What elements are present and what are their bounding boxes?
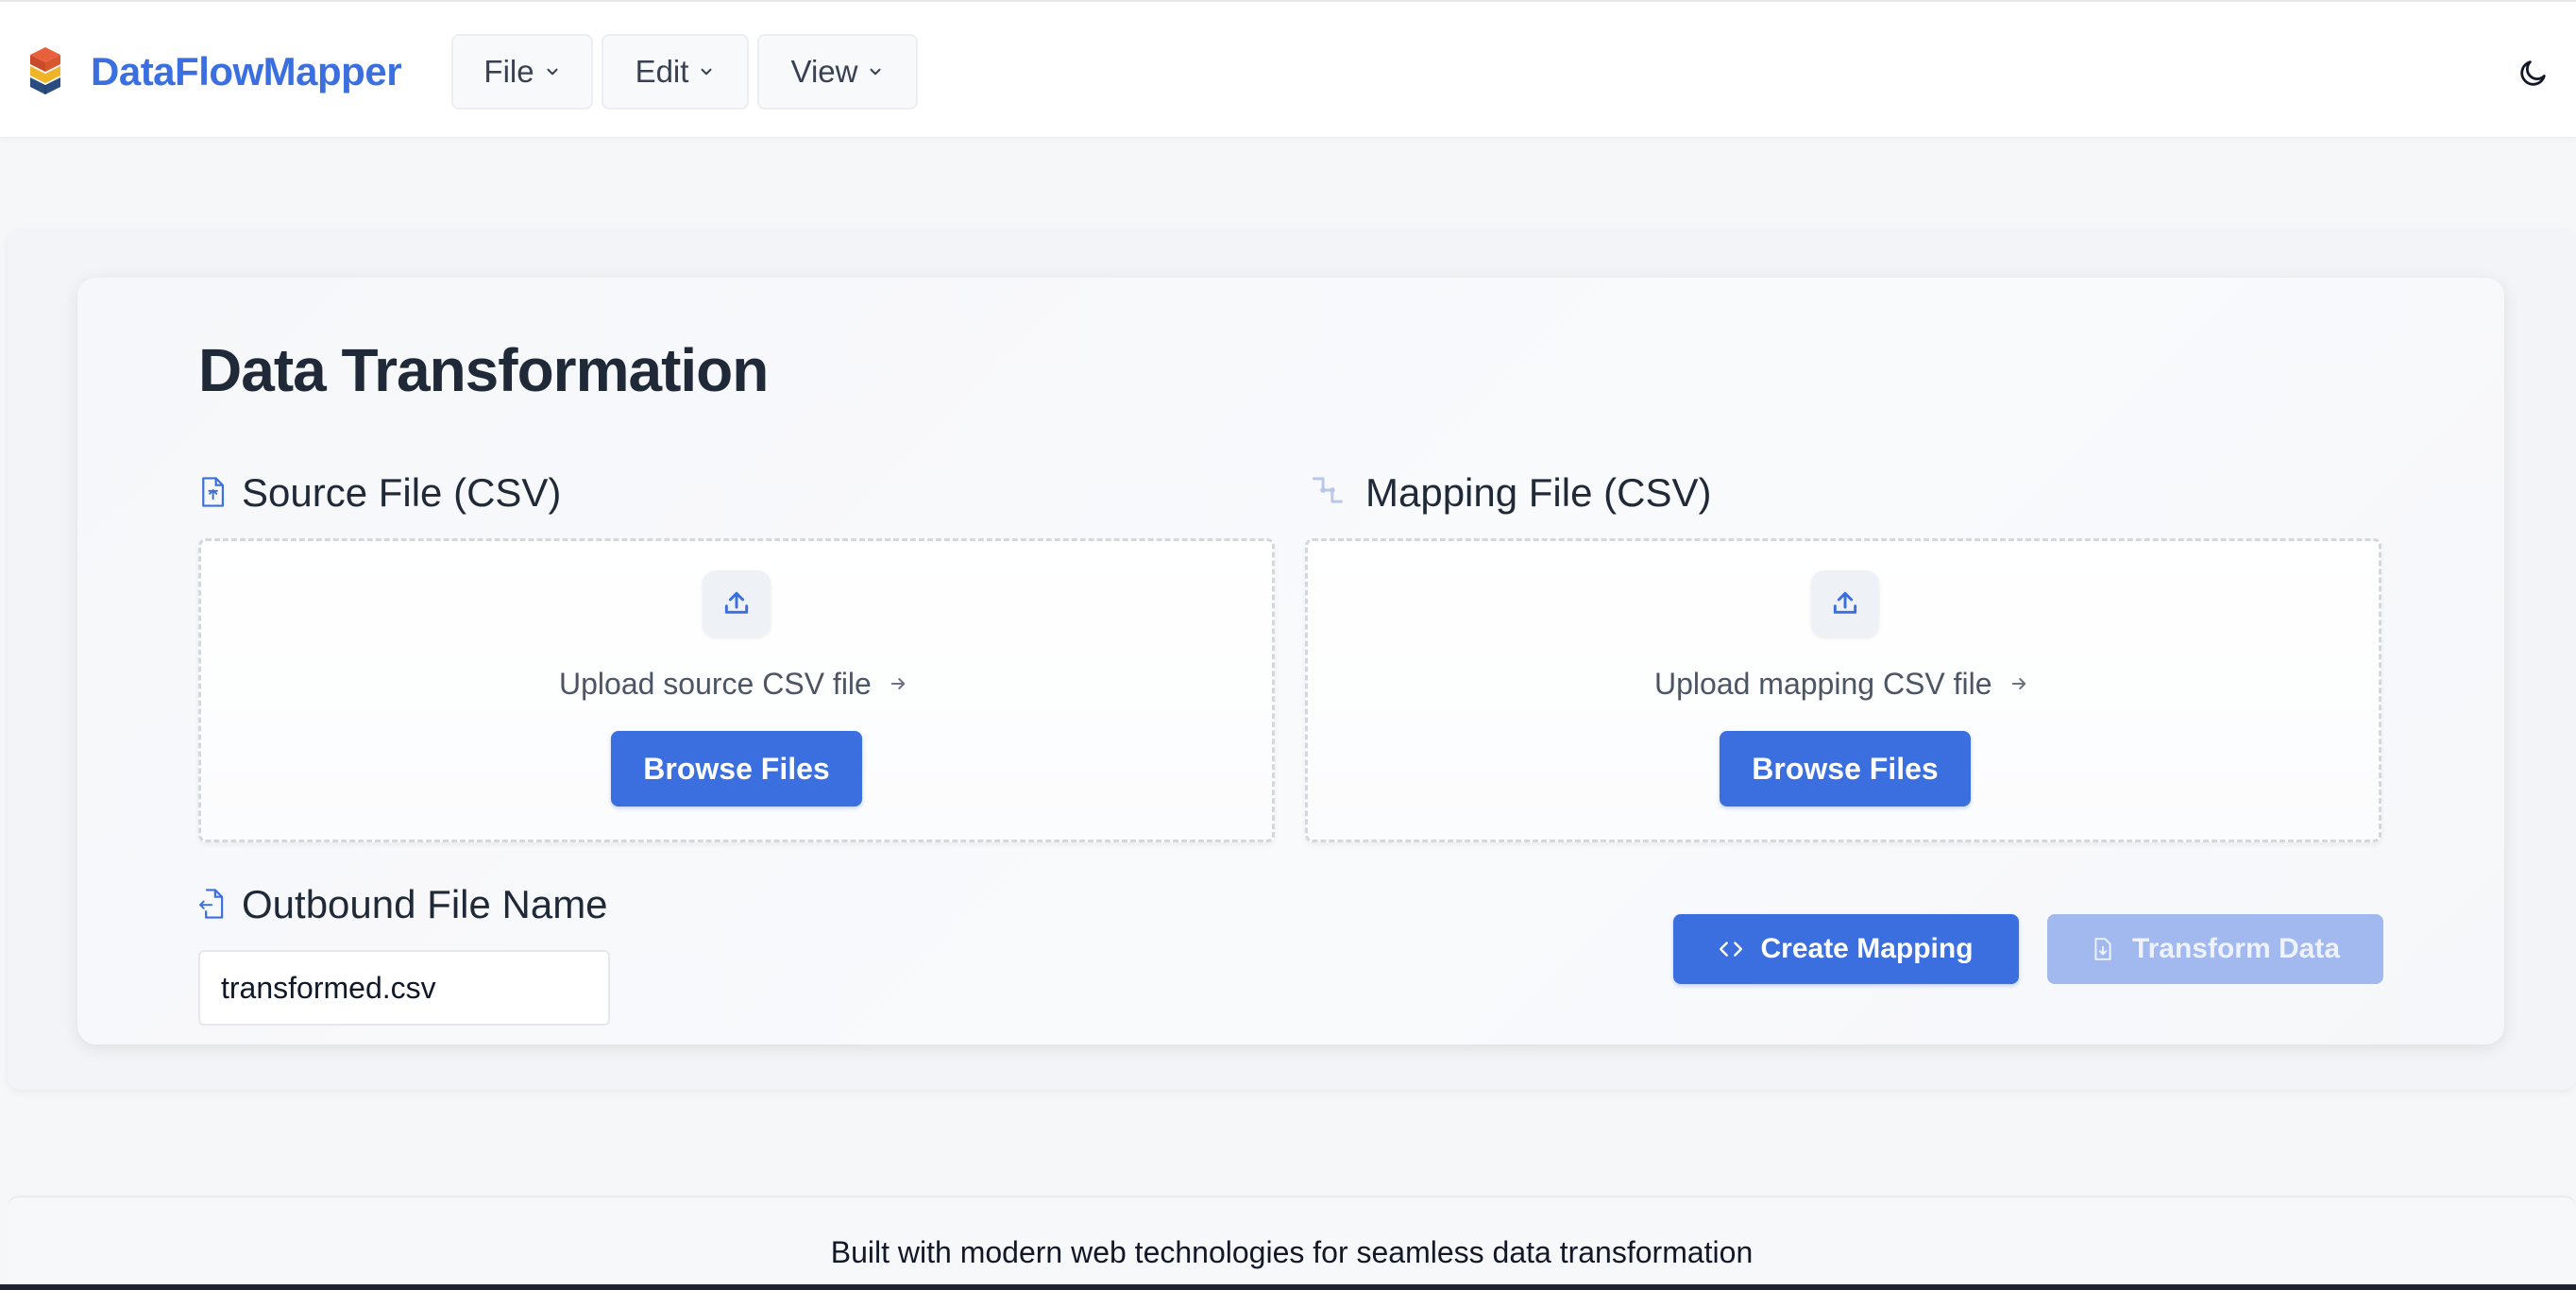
arrow-right-icon <box>890 678 906 689</box>
app-brand-name[interactable]: DataFlowMapper <box>91 43 402 100</box>
outbound-file-name-label: Outbound File Name <box>242 882 608 926</box>
file-menu-label: File <box>483 54 534 89</box>
code-brackets-icon <box>1720 942 1743 957</box>
upload-icon <box>1833 591 1857 614</box>
source-file-label: Source File (CSV) <box>242 470 562 515</box>
create-mapping-label: Create Mapping <box>1760 933 1974 964</box>
view-menu-button[interactable]: View <box>757 34 918 110</box>
file-menu-button[interactable]: File <box>451 34 593 110</box>
source-upload-label: Upload source CSV file <box>559 667 872 701</box>
edit-menu-label: Edit <box>635 54 689 89</box>
window-bottom-edge <box>0 1284 2576 1290</box>
transform-data-label: Transform Data <box>2131 933 2341 964</box>
mapping-browse-files-button[interactable]: Browse Files <box>1720 731 1971 806</box>
mapping-upload-label: Upload mapping CSV file <box>1654 667 1992 701</box>
chevron-down-icon <box>701 68 712 76</box>
file-upload-icon <box>202 477 225 507</box>
footer-text: Built with modern web technologies for s… <box>830 1235 1754 1269</box>
moon-icon[interactable] <box>2517 57 2550 89</box>
file-output-icon <box>199 889 224 919</box>
top-navigation-bar: DataFlowMapper File Edit View <box>0 0 2576 138</box>
stacked-layers-logo-icon[interactable] <box>26 43 64 96</box>
view-menu-label: View <box>790 54 858 89</box>
file-download-icon <box>2094 938 2111 960</box>
transform-data-button[interactable]: Transform Data <box>2047 914 2383 984</box>
mapping-route-icon <box>1312 477 1344 503</box>
chevron-down-icon <box>547 68 558 76</box>
create-mapping-button[interactable]: Create Mapping <box>1673 914 2019 984</box>
outbound-file-name-input[interactable] <box>198 950 610 1026</box>
source-upload-badge <box>703 570 771 637</box>
source-upload-text: Upload source CSV file <box>559 661 907 706</box>
upload-icon <box>724 591 749 614</box>
source-browse-files-button[interactable]: Browse Files <box>611 731 862 806</box>
chevron-down-icon <box>870 68 881 76</box>
mapping-upload-text: Upload mapping CSV file <box>1654 661 2028 706</box>
arrow-right-icon <box>2011 678 2025 689</box>
edit-menu-button[interactable]: Edit <box>602 34 749 110</box>
mapping-file-label: Mapping File (CSV) <box>1365 470 1712 515</box>
mapping-upload-badge <box>1811 570 1879 637</box>
page-title: Data Transformation <box>198 336 769 404</box>
